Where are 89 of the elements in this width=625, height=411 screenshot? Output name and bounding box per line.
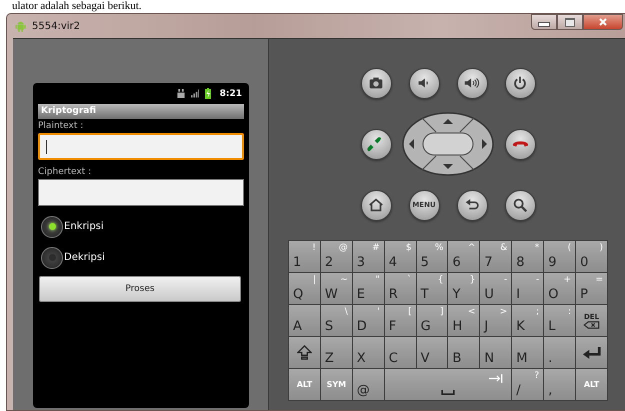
keyboard-key[interactable]: 3 #: [352, 241, 384, 272]
modifier-key[interactable]: ALT: [289, 369, 320, 400]
keyboard-key[interactable]: 6 ^: [448, 241, 480, 272]
keyboard-key[interactable]: .: [544, 337, 576, 368]
modifier-key[interactable]: ALT: [576, 369, 607, 400]
text-field[interactable]: [38, 133, 244, 160]
search-button[interactable]: [504, 190, 536, 220]
modifier-key[interactable]: SYM: [320, 369, 352, 400]
radio-label[interactable]: Dekripsi: [64, 252, 105, 263]
enter-key[interactable]: [576, 337, 607, 368]
radio-button[interactable]: [41, 216, 63, 238]
window-title: 5554:vir2: [32, 20, 80, 32]
field-label: Plaintext :: [38, 120, 84, 133]
keyboard-key[interactable]: @: [352, 369, 384, 400]
keyboard-key[interactable]: 1 !: [289, 241, 320, 272]
keyboard-key[interactable]: 4 $: [384, 241, 416, 272]
keyboard-key[interactable]: X: [352, 337, 384, 368]
call-button[interactable]: [360, 128, 392, 160]
backspace-icon: [583, 320, 600, 328]
volume-up-button[interactable]: [456, 68, 488, 98]
volume-down-button[interactable]: [408, 68, 440, 98]
document-text: ulator adalah sebagai berikut.: [12, 0, 142, 13]
keyboard-key[interactable]: O +: [544, 273, 576, 304]
maximize-button[interactable]: [557, 14, 583, 30]
keyboard-key[interactable]: T {: [416, 273, 448, 304]
minimize-button[interactable]: [531, 14, 557, 30]
power-button[interactable]: [504, 68, 536, 98]
keyboard-key[interactable]: K ;: [512, 305, 544, 336]
search-icon: [511, 196, 529, 214]
keyboard-key[interactable]: P =: [576, 273, 607, 304]
keyboard-key[interactable]: / ?: [512, 369, 544, 400]
shift-icon: [296, 345, 312, 360]
keyboard-key[interactable]: J >: [480, 305, 512, 336]
space-bar-icon: [440, 390, 455, 395]
tab-icon: [489, 374, 504, 383]
close-button[interactable]: [583, 14, 623, 30]
process-button[interactable]: Proses: [39, 276, 241, 302]
keyboard-key[interactable]: F [: [384, 305, 416, 336]
keyboard-key[interactable]: 7 &: [480, 241, 512, 272]
keyboard-key[interactable]: 0 ): [576, 241, 607, 272]
keyboard-key[interactable]: Z: [320, 337, 352, 368]
text-field[interactable]: [38, 179, 244, 206]
left-arrow-icon[interactable]: [409, 139, 414, 149]
battery-icon: [204, 88, 211, 99]
keyboard-key[interactable]: V: [416, 337, 448, 368]
phone-handset-icon: [512, 140, 528, 148]
keyboard-key[interactable]: Y }: [448, 273, 480, 304]
radio-label[interactable]: Enkripsi: [64, 221, 104, 232]
home-button[interactable]: [360, 190, 392, 220]
keyboard-key[interactable]: E ": [352, 273, 384, 304]
keyboard-key[interactable]: A: [289, 305, 320, 336]
keyboard-key[interactable]: B: [448, 337, 480, 368]
keyboard-key[interactable]: 5 %: [416, 241, 448, 272]
keyboard-key[interactable]: 8 *: [512, 241, 544, 272]
enter-icon: [582, 345, 602, 360]
keyboard-key[interactable]: C: [384, 337, 416, 368]
signal-icon: [190, 89, 199, 98]
home-icon: [367, 196, 385, 214]
keyboard-key[interactable]: H <: [448, 305, 480, 336]
keyboard-key[interactable]: W ~: [320, 273, 352, 304]
keyboard-key[interactable]: D ': [352, 305, 384, 336]
keyboard-key[interactable]: M: [512, 337, 544, 368]
close-icon: [598, 17, 608, 27]
camera-button[interactable]: [360, 68, 392, 98]
android-icon: [15, 20, 26, 32]
keyboard-key[interactable]: ,: [544, 369, 576, 400]
keyboard-key[interactable]: R `: [384, 273, 416, 304]
radio-button[interactable]: [41, 246, 63, 268]
keyboard-key[interactable]: 9 (: [544, 241, 576, 272]
app-title: Kriptografi: [38, 104, 244, 119]
power-icon: [511, 74, 529, 92]
keyboard-key[interactable]: 2 @: [320, 241, 352, 272]
end-call-button[interactable]: [504, 128, 536, 160]
center-button[interactable]: [422, 132, 474, 156]
down-arrow-icon[interactable]: [443, 164, 453, 169]
keyboard-key[interactable]: G ]: [416, 305, 448, 336]
keyboard-key[interactable]: N: [480, 337, 512, 368]
up-arrow-icon[interactable]: [443, 119, 453, 124]
usb-icon: [176, 89, 185, 98]
keyboard-key[interactable]: Q |: [289, 273, 320, 304]
right-arrow-icon[interactable]: [482, 139, 487, 149]
keyboard-key[interactable]: I -: [512, 273, 544, 304]
back-button[interactable]: [456, 190, 488, 220]
keyboard-key[interactable]: S \: [320, 305, 352, 336]
shift-key[interactable]: [289, 337, 320, 368]
field-label: Ciphertext :: [38, 166, 92, 179]
keyboard-key[interactable]: L :: [544, 305, 576, 336]
status-time: 8:21: [220, 88, 242, 98]
keyboard-key[interactable]: U -: [480, 273, 512, 304]
